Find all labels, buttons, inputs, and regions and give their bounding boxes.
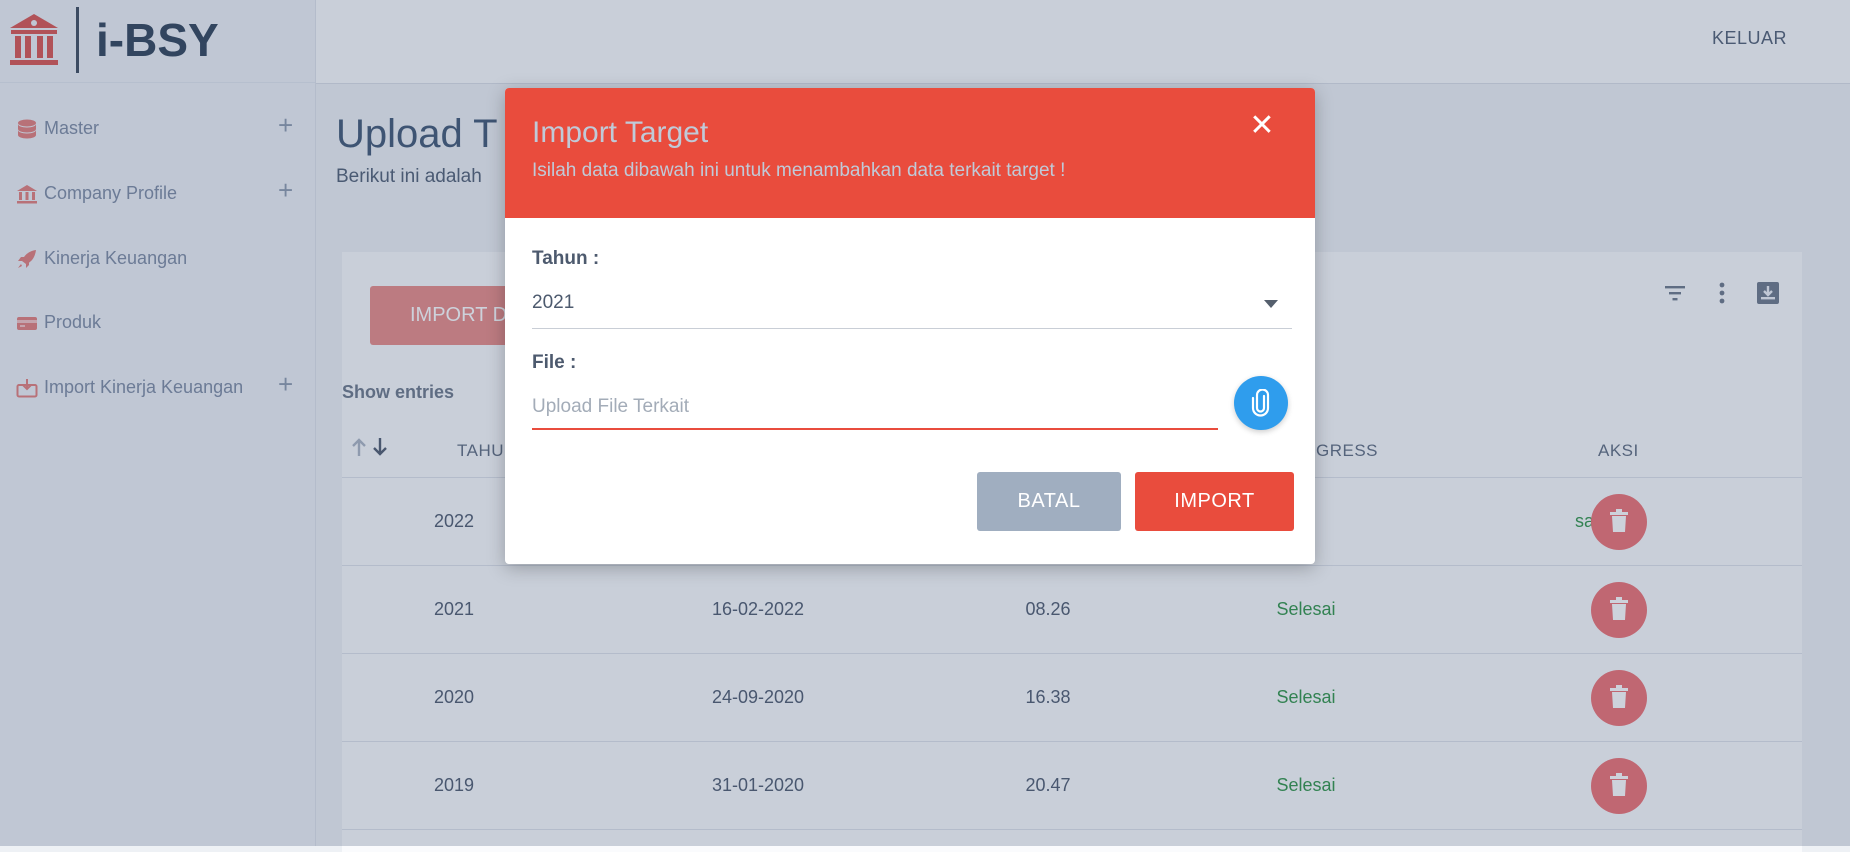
year-select[interactable]: 2021 — [532, 282, 1292, 329]
chevron-down-icon — [1264, 300, 1278, 308]
close-icon[interactable]: ✕ — [1248, 111, 1276, 141]
year-select-value: 2021 — [532, 292, 575, 313]
modal-header: Import Target Isilah data dibawah ini un… — [505, 88, 1315, 218]
import-button[interactable]: IMPORT — [1135, 472, 1294, 531]
modal-subtitle: Isilah data dibawah ini untuk menambahka… — [532, 160, 1066, 181]
year-label: Tahun : — [532, 248, 600, 269]
cancel-button[interactable]: BATAL — [977, 472, 1121, 531]
import-target-modal: Import Target Isilah data dibawah ini un… — [505, 88, 1315, 564]
file-label: File : — [532, 352, 577, 373]
file-input[interactable] — [532, 386, 1218, 430]
paperclip-icon — [1251, 389, 1270, 417]
attach-file-button[interactable] — [1234, 376, 1288, 430]
modal-title: Import Target — [532, 116, 709, 149]
